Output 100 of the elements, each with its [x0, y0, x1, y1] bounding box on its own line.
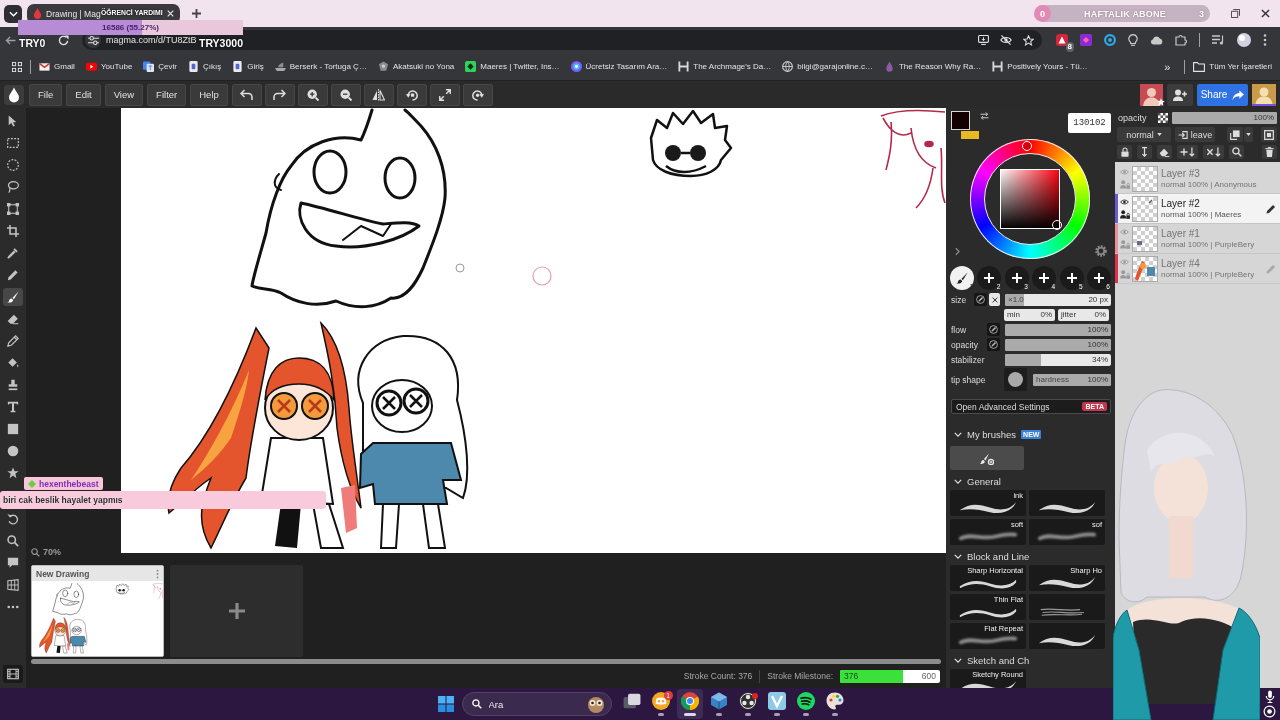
media-queue-icon[interactable] — [1212, 35, 1225, 45]
layer-tool-button[interactable] — [1117, 145, 1132, 159]
tab-search-button[interactable] — [4, 4, 22, 23]
more-bookmarks-button[interactable]: » — [1164, 60, 1171, 73]
all-bookmarks[interactable]: Tüm Yer İşaretleri — [1193, 61, 1272, 72]
bookmark[interactable]: The Reason Why Ra… — [884, 61, 982, 72]
bookmark[interactable]: Ücretsiz Tasarım Ara… — [570, 61, 668, 72]
lightbulb-icon[interactable] — [1128, 34, 1138, 46]
bookmark[interactable]: Gmail — [39, 61, 75, 72]
bookmark[interactable]: Positively Yours - Tü… — [992, 61, 1088, 72]
bookmark[interactable]: Maeres | Twitter, Ins… — [465, 61, 560, 72]
window-button[interactable] — [1261, 127, 1277, 142]
setting-slider[interactable]: 100% — [1005, 323, 1111, 336]
search-bar[interactable]: Ara — [461, 692, 612, 716]
layer-row[interactable]: Layer #1 normal 100% | PurpleBery — [1115, 224, 1280, 254]
drop-logo-icon[interactable] — [4, 84, 24, 105]
layer-tool-button[interactable] — [1177, 145, 1198, 159]
delete-layer-button[interactable] — [1262, 145, 1277, 159]
checkerboard-icon[interactable] — [1158, 112, 1168, 123]
brush-preset[interactable] — [1029, 623, 1105, 649]
add-brush-button[interactable] — [950, 446, 1024, 470]
bookmark[interactable]: Berserk - Tortuga Ç… — [274, 61, 367, 72]
bookmark[interactable]: Giriş — [232, 61, 264, 72]
layer-opacity-slider[interactable]: 100% — [1172, 111, 1277, 124]
scrollbar[interactable] — [31, 659, 941, 664]
eye-icon[interactable] — [1120, 198, 1129, 205]
drawing-canvas[interactable] — [121, 108, 946, 553]
toolbar-button[interactable] — [297, 83, 328, 106]
brush-preset[interactable] — [1029, 490, 1105, 516]
menu-button[interactable]: Help — [190, 83, 228, 106]
microphone-icon[interactable] — [1264, 690, 1275, 703]
toolbar-button[interactable] — [396, 83, 427, 106]
toolbar-button[interactable] — [363, 83, 394, 106]
reset-button[interactable] — [989, 293, 1000, 306]
pressure-toggle[interactable] — [987, 323, 1000, 336]
layer-tool-button[interactable] — [1229, 145, 1244, 159]
setting-slider[interactable]: 100% — [1005, 338, 1111, 351]
ring-icon[interactable] — [1104, 34, 1116, 46]
layer-tool-button[interactable] — [1157, 145, 1172, 159]
more-vertical-icon[interactable] — [1263, 34, 1267, 46]
swap-arrows-icon[interactable] — [980, 112, 989, 120]
profile-avatar-icon[interactable] — [1237, 33, 1251, 47]
layer-row[interactable]: Layer #2 normal 100% | Maeres — [1115, 194, 1280, 224]
layer-row[interactable]: Layer #3 normal 100% | Anonymous — [1115, 164, 1280, 194]
avatar-icon[interactable] — [1252, 83, 1276, 106]
bookmark[interactable]: Çevir — [143, 61, 177, 72]
install-icon[interactable] — [978, 35, 989, 45]
pencil-icon[interactable] — [1266, 203, 1276, 214]
share-button[interactable]: Share — [1197, 83, 1248, 106]
toolbar-button[interactable] — [264, 83, 295, 106]
brush-group-header[interactable]: Block and Line — [951, 547, 1032, 565]
new-tab-button[interactable] — [189, 6, 203, 21]
bookmark[interactable]: Akatsuki no Yona — [377, 61, 455, 72]
search-field[interactable]: Ara — [488, 696, 578, 712]
add-user-button[interactable] — [1167, 83, 1193, 106]
apps-grid-icon[interactable] — [12, 61, 22, 72]
bookmark[interactable]: YouTube — [85, 61, 133, 72]
toolbar-button[interactable] — [462, 83, 493, 106]
reload-button[interactable] — [56, 33, 70, 47]
star-icon[interactable] — [1023, 34, 1034, 46]
brush-group-header[interactable]: Sketch and Ch — [951, 651, 1032, 669]
card-menu-button[interactable] — [156, 568, 159, 579]
toolbar-button[interactable] — [429, 83, 460, 106]
target-icon[interactable] — [1263, 705, 1276, 718]
toolbar-button[interactable] — [231, 83, 262, 106]
tool-button[interactable] — [3, 288, 23, 306]
size-slider[interactable]: ×1.0 20 px — [1005, 293, 1111, 306]
menu-button[interactable]: View — [104, 83, 144, 106]
settings-icon[interactable] — [1094, 245, 1107, 257]
caret-button[interactable] — [1244, 127, 1253, 142]
toolbar-button[interactable] — [330, 83, 361, 106]
brush-preset[interactable] — [1029, 594, 1105, 620]
taskbar-app[interactable] — [676, 689, 703, 719]
setting-slider[interactable]: 34% — [1005, 353, 1111, 366]
zoom-level[interactable]: 70% — [31, 547, 61, 557]
brush-group-header[interactable]: General — [951, 472, 1003, 490]
leave-button[interactable]: leave — [1175, 127, 1215, 142]
pressure-toggle[interactable] — [987, 338, 1000, 351]
eye-slash-icon[interactable] — [1000, 35, 1012, 45]
primary-color-swatch[interactable] — [951, 111, 970, 130]
bookmark[interactable]: bilgi@garajonline.c… — [782, 61, 873, 72]
bookmark[interactable]: The Archmage's Da… — [678, 61, 772, 72]
timeline-button[interactable] — [3, 665, 23, 683]
triangle-tile-icon[interactable] — [1056, 34, 1068, 46]
puzzle-icon[interactable] — [1175, 34, 1187, 46]
saturation-value-square[interactable] — [1000, 169, 1060, 229]
layer-tool-button[interactable] — [1203, 145, 1224, 159]
chevron-right-icon[interactable] — [955, 247, 960, 256]
hardness-slider[interactable]: hardness 100% — [1033, 373, 1111, 386]
drawing-card[interactable]: New Drawing — [31, 565, 164, 657]
cloud-icon[interactable] — [1150, 35, 1163, 45]
hex-color-field[interactable]: 130102 — [1068, 113, 1111, 133]
duplicate-button[interactable] — [1227, 127, 1243, 142]
bookmark[interactable]: Çıkış — [188, 61, 222, 72]
pressure-toggle[interactable] — [974, 293, 987, 306]
back-button[interactable] — [3, 33, 17, 47]
diamond-square-icon[interactable] — [1080, 34, 1092, 46]
min-field[interactable]: min 0% — [1004, 308, 1055, 321]
menu-button[interactable]: File — [29, 83, 63, 106]
secondary-color-swatch[interactable] — [961, 131, 979, 139]
